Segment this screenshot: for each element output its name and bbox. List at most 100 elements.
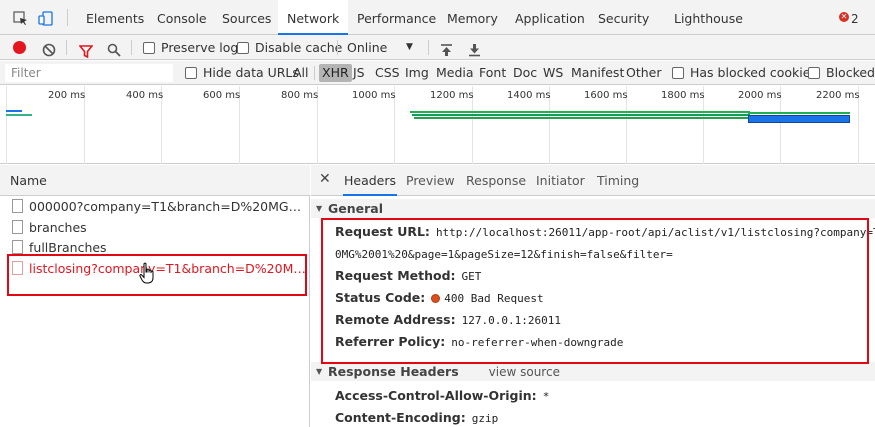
filter-type-img[interactable]: Img	[405, 61, 429, 85]
tab-response[interactable]: Response	[466, 165, 526, 196]
throttling-select[interactable]: Online	[347, 35, 387, 60]
overview-tick: 2200 ms	[816, 90, 860, 101]
tab-performance[interactable]: Performance	[357, 0, 436, 35]
filter-type-font[interactable]: Font	[479, 61, 506, 85]
tabbar-divider	[67, 9, 68, 26]
filter-type-all[interactable]: All	[293, 61, 309, 85]
checkbox-icon[interactable]	[237, 42, 249, 54]
overview-tick: 1800 ms	[661, 90, 705, 101]
overview-bar	[412, 114, 750, 116]
devtools-tab-bar: Elements Console Sources Network Perform…	[0, 0, 875, 35]
tab-network[interactable]: Network	[278, 0, 349, 35]
general-title: General	[328, 201, 383, 216]
highlight-box-general	[321, 218, 869, 364]
filter-type-manifest[interactable]: Manifest	[571, 61, 624, 85]
view-source-link[interactable]: view source	[489, 365, 560, 379]
filter-input[interactable]	[5, 64, 173, 82]
error-icon[interactable]: ✕	[839, 12, 849, 22]
tab-console[interactable]: Console	[157, 0, 207, 35]
toolbar-divider	[131, 40, 132, 55]
table-row[interactable]: branches	[0, 217, 309, 238]
export-har-icon[interactable]	[468, 40, 481, 57]
overview-tick: 200 ms	[48, 90, 86, 101]
file-icon	[12, 199, 23, 213]
response-headers-section-header[interactable]: ▼ Response Headers view source	[311, 362, 875, 381]
filter-type-ws[interactable]: WS	[543, 61, 563, 85]
response-header-value: gzip	[471, 412, 499, 425]
detail-tab-bar: ✕ Headers Preview Response Initiator Tim…	[311, 165, 875, 196]
tab-memory[interactable]: Memory	[447, 0, 498, 35]
toolbar-divider	[428, 40, 429, 55]
tab-preview[interactable]: Preview	[406, 165, 455, 196]
filter-type-other[interactable]: Other	[626, 61, 662, 85]
response-header-row: Access-Control-Allow-Origin: *	[335, 385, 549, 407]
tab-lighthouse[interactable]: Lighthouse	[674, 0, 743, 35]
response-header-key: Access-Control-Allow-Origin:	[335, 388, 537, 403]
tab-security[interactable]: Security	[598, 0, 649, 35]
blocked-requests-checkbox[interactable]: Blocked R	[808, 61, 875, 85]
checkbox-icon[interactable]	[808, 67, 820, 79]
device-toolbar-icon[interactable]	[38, 11, 54, 29]
toolbar-divider	[66, 40, 67, 55]
triangle-down-icon: ▼	[316, 204, 323, 213]
network-toolbar: Preserve log Disable cache Online ▼	[0, 35, 875, 60]
response-headers-title: Response Headers	[328, 364, 459, 379]
preserve-log-checkbox[interactable]: Preserve log	[143, 35, 238, 60]
overview-bar	[6, 114, 32, 116]
toolbar-divider	[337, 40, 338, 55]
overview-tick: 1000 ms	[352, 90, 396, 101]
tab-application[interactable]: Application	[515, 0, 585, 35]
overview-tick: 600 ms	[203, 90, 241, 101]
overview-tick: 1600 ms	[584, 90, 628, 101]
tab-initiator[interactable]: Initiator	[536, 165, 585, 196]
name-column-header[interactable]: Name	[0, 165, 310, 196]
tab-timing[interactable]: Timing	[597, 165, 639, 196]
checkbox-icon[interactable]	[143, 42, 155, 54]
table-row[interactable]: 000000?company=T1&branch=D%20MG%2001%...	[0, 196, 309, 217]
hide-data-urls-checkbox[interactable]: Hide data URLs	[185, 61, 299, 85]
tab-headers[interactable]: Headers	[343, 165, 398, 196]
file-icon	[12, 240, 23, 254]
clear-icon[interactable]	[42, 40, 56, 57]
disable-cache-checkbox[interactable]: Disable cache	[237, 35, 342, 60]
highlight-box-request	[7, 254, 307, 296]
filter-type-xhr[interactable]: XHR	[319, 64, 352, 82]
request-name: branches	[29, 220, 87, 235]
tab-elements[interactable]: Elements	[86, 0, 144, 35]
overview-tick: 400 ms	[126, 90, 164, 101]
preserve-log-label: Preserve log	[161, 40, 239, 55]
chevron-down-icon[interactable]: ▼	[406, 35, 413, 60]
overview-tick: 1400 ms	[507, 90, 551, 101]
response-header-row: Content-Encoding: gzip	[335, 407, 498, 427]
hand-cursor-icon	[139, 262, 156, 288]
response-header-key: Content-Encoding:	[335, 410, 466, 425]
import-har-icon[interactable]	[440, 40, 453, 56]
overview-gridline	[6, 86, 7, 164]
filter-type-doc[interactable]: Doc	[513, 61, 537, 85]
triangle-down-icon: ▼	[316, 367, 323, 376]
response-header-value: *	[542, 390, 550, 403]
has-blocked-cookies-label: Has blocked cookies	[690, 65, 817, 80]
filter-funnel-icon[interactable]	[78, 41, 94, 59]
filter-type-css[interactable]: CSS	[375, 61, 400, 85]
search-icon[interactable]	[107, 40, 121, 57]
record-icon[interactable]	[13, 41, 26, 54]
filter-type-js[interactable]: JS	[353, 61, 365, 85]
error-count[interactable]: 2	[851, 0, 859, 38]
filter-type-media[interactable]: Media	[436, 61, 474, 85]
close-icon[interactable]: ✕	[319, 165, 331, 194]
checkbox-icon[interactable]	[672, 67, 684, 79]
disable-cache-label: Disable cache	[255, 40, 343, 55]
overview-bar	[414, 117, 750, 119]
select-element-icon[interactable]	[13, 11, 28, 29]
general-section-header[interactable]: ▼ General	[311, 199, 875, 218]
checkbox-icon[interactable]	[185, 67, 197, 79]
has-blocked-cookies-checkbox[interactable]: Has blocked cookies	[672, 61, 817, 85]
network-overview[interactable]: 200 ms 400 ms 600 ms 800 ms 1000 ms 1200…	[0, 86, 875, 164]
overview-bar	[410, 111, 750, 113]
tab-sources[interactable]: Sources	[222, 0, 271, 35]
blocked-requests-label: Blocked R	[826, 65, 875, 80]
request-name: 000000?company=T1&branch=D%20MG%2001%...	[29, 199, 309, 214]
request-name: fullBranches	[29, 240, 107, 255]
hide-data-urls-label: Hide data URLs	[203, 65, 299, 80]
